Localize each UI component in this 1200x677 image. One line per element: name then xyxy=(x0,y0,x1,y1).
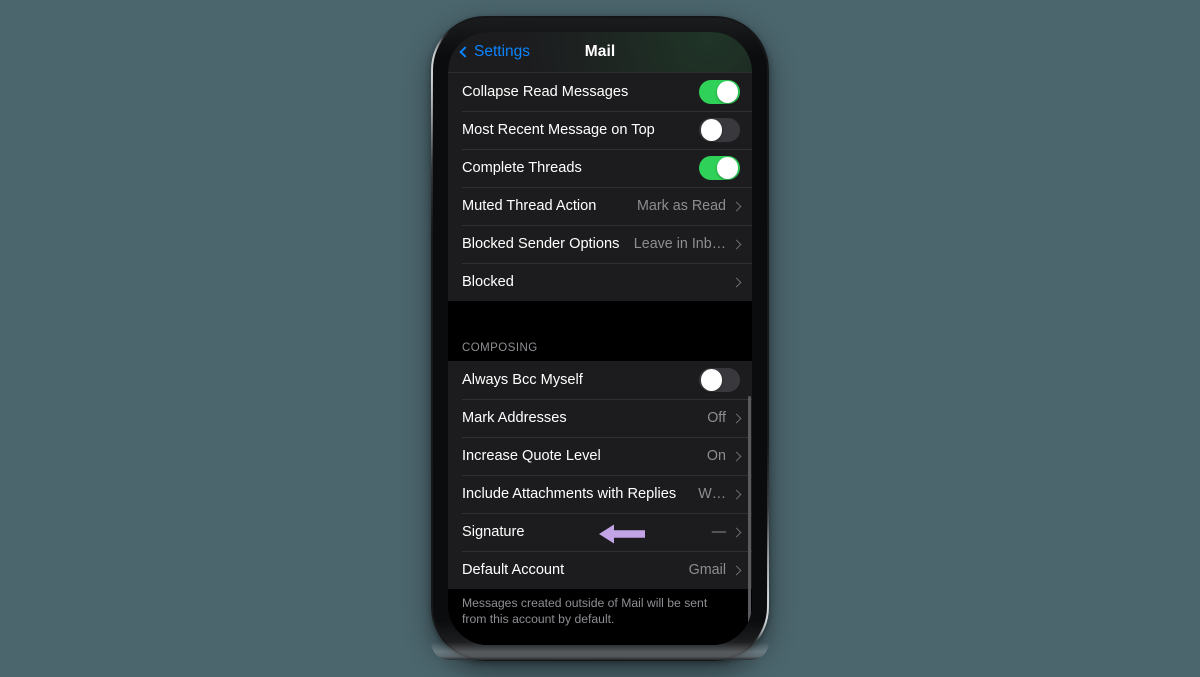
phone-screen: Settings Mail Collapse Read Messages Mos… xyxy=(448,32,752,645)
settings-group-threading: Collapse Read Messages Most Recent Messa… xyxy=(448,73,752,301)
row-default-account[interactable]: Default Account Gmail xyxy=(448,551,752,589)
row-always-bcc-myself[interactable]: Always Bcc Myself xyxy=(448,361,752,399)
row-control xyxy=(699,367,740,393)
toggle-knob xyxy=(717,157,739,179)
row-control xyxy=(699,117,740,143)
row-label: Include Attachments with Replies xyxy=(462,486,677,502)
row-control xyxy=(699,79,740,105)
row-value: Off xyxy=(707,410,726,426)
toggle-most-recent-message-on-top[interactable] xyxy=(699,117,740,143)
row-label: Most Recent Message on Top xyxy=(462,122,655,138)
row-control: Leave in Inb… xyxy=(633,236,742,252)
row-control: Mark as Read xyxy=(637,198,742,214)
toggle-collapse-read-messages[interactable] xyxy=(699,79,740,105)
row-control: Gmail xyxy=(688,562,742,578)
row-label: Increase Quote Level xyxy=(462,448,601,464)
row-signature[interactable]: Signature — xyxy=(448,513,752,551)
toggle-knob xyxy=(700,369,722,391)
row-value: On xyxy=(706,448,726,464)
chevron-right-icon xyxy=(731,201,742,211)
row-label: Collapse Read Messages xyxy=(462,84,629,100)
row-value: Leave in Inb… xyxy=(633,236,726,252)
back-button-label: Settings xyxy=(474,43,531,60)
row-mark-addresses[interactable]: Mark Addresses Off xyxy=(448,399,752,437)
settings-group-composing: Always Bcc Myself Mark Addresses Off Inc… xyxy=(448,361,752,589)
row-control: On xyxy=(706,448,742,464)
navigation-bar: Settings Mail xyxy=(448,32,752,73)
row-value: Mark as Read xyxy=(637,198,726,214)
chevron-right-icon xyxy=(731,413,742,423)
row-control xyxy=(726,277,742,287)
row-control: W… xyxy=(698,486,742,502)
row-label: Blocked Sender Options xyxy=(462,236,620,252)
scrollbar-thumb[interactable] xyxy=(748,396,751,645)
row-increase-quote-level[interactable]: Increase Quote Level On xyxy=(448,437,752,475)
row-label: Always Bcc Myself xyxy=(462,372,583,388)
row-label: Mark Addresses xyxy=(462,410,567,426)
row-collapse-read-messages[interactable]: Collapse Read Messages xyxy=(448,73,752,111)
row-complete-threads[interactable]: Complete Threads xyxy=(448,149,752,187)
row-control: — xyxy=(711,524,742,540)
row-label: Blocked xyxy=(462,274,514,290)
toggle-complete-threads[interactable] xyxy=(699,155,740,181)
row-control: Off xyxy=(707,410,742,426)
group-footer-note: Messages created outside of Mail will be… xyxy=(448,589,752,628)
chevron-right-icon xyxy=(731,451,742,461)
group-separator xyxy=(448,301,752,339)
row-control xyxy=(699,155,740,181)
chevron-left-icon xyxy=(459,46,471,58)
chevron-right-icon xyxy=(731,239,742,249)
row-blocked[interactable]: Blocked xyxy=(448,263,752,301)
chevron-right-icon xyxy=(731,527,742,537)
screenshot-stage: Settings Mail Collapse Read Messages Mos… xyxy=(0,0,1200,677)
row-label: Muted Thread Action xyxy=(462,198,597,214)
row-label: Complete Threads xyxy=(462,160,582,176)
row-muted-thread-action[interactable]: Muted Thread Action Mark as Read xyxy=(448,187,752,225)
row-include-attachments-with-replies[interactable]: Include Attachments with Replies W… xyxy=(448,475,752,513)
chevron-right-icon xyxy=(731,277,742,287)
section-header-composing: COMPOSING xyxy=(448,339,752,361)
row-value: W… xyxy=(698,486,726,502)
toggle-knob xyxy=(700,119,722,141)
back-button-settings[interactable]: Settings xyxy=(459,43,531,61)
row-label: Signature xyxy=(462,524,525,540)
chevron-right-icon xyxy=(731,489,742,499)
row-blocked-sender-options[interactable]: Blocked Sender Options Leave in Inb… xyxy=(448,225,752,263)
settings-scroll-area[interactable]: Collapse Read Messages Most Recent Messa… xyxy=(448,73,752,645)
chevron-right-icon xyxy=(731,565,742,575)
row-label: Default Account xyxy=(462,562,565,578)
toggle-always-bcc-myself[interactable] xyxy=(699,367,740,393)
row-value: Gmail xyxy=(688,562,726,578)
toggle-knob xyxy=(717,81,739,103)
row-most-recent-message-on-top[interactable]: Most Recent Message on Top xyxy=(448,111,752,149)
row-value: — xyxy=(711,524,726,540)
